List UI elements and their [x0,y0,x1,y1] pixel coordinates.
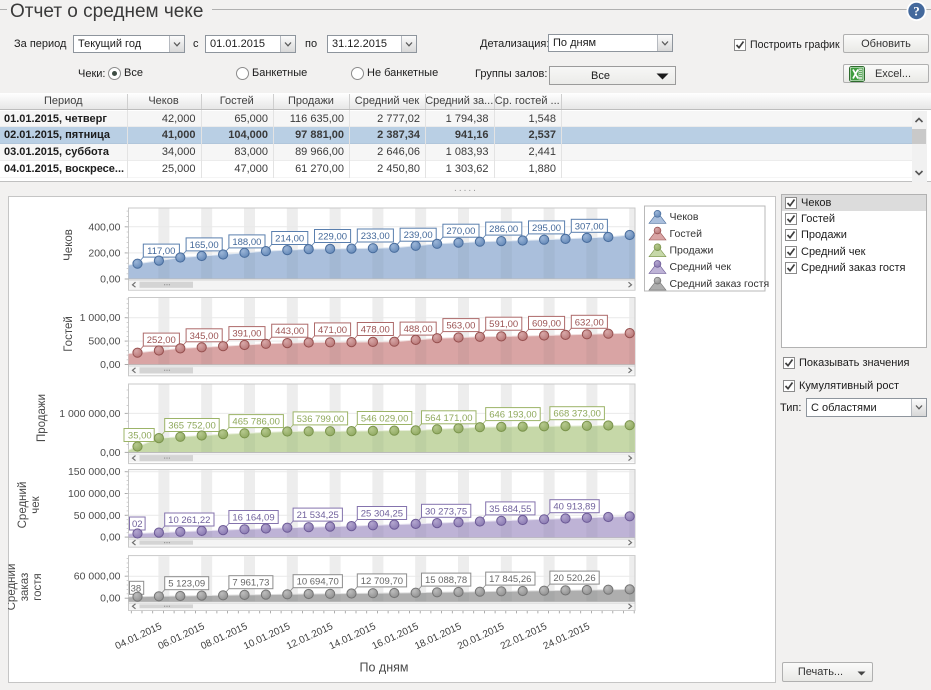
svg-text:365 752,00: 365 752,00 [168,421,216,432]
svg-text:02: 02 [132,519,143,530]
svg-text:465 786,00: 465 786,00 [232,417,280,428]
svg-text:16 164,09: 16 164,09 [232,513,274,524]
svg-text:400,00: 400,00 [88,221,120,233]
svg-text:10 261,22: 10 261,22 [168,515,210,526]
svg-text:гостя: гостя [32,573,44,601]
svg-text:500,00: 500,00 [88,336,120,348]
svg-text:10 694,70: 10 694,70 [297,577,339,588]
svg-text:239,00: 239,00 [404,230,433,241]
svg-text:117,00: 117,00 [147,246,175,257]
svg-text:564 171,00: 564 171,00 [425,413,473,424]
svg-text:7 961,73: 7 961,73 [232,578,269,589]
svg-text:0,00: 0,00 [100,359,121,371]
svg-text:0,00: 0,00 [100,532,121,544]
svg-text:60 000,00: 60 000,00 [74,571,121,583]
svg-text:345,00: 345,00 [190,331,219,342]
svg-text:488,00: 488,00 [404,324,433,335]
svg-text:5 123,09: 5 123,09 [168,579,205,590]
svg-text:25 304,25: 25 304,25 [361,509,403,520]
svg-text:295,00: 295,00 [532,223,561,234]
svg-text:188,00: 188,00 [232,237,261,248]
svg-text:15 088,78: 15 088,78 [425,575,467,586]
svg-text:заказ: заказ [19,573,31,602]
svg-text:1 000 000,00: 1 000 000,00 [59,408,120,420]
svg-text:252,00: 252,00 [147,335,176,346]
svg-text:12.01.2015: 12.01.2015 [285,621,335,652]
svg-text:270,00: 270,00 [446,226,475,237]
svg-text:150 000,00: 150 000,00 [68,466,121,478]
svg-text:563,00: 563,00 [446,321,475,332]
svg-text:478,00: 478,00 [361,325,390,336]
svg-text:Средний заказ гостя: Средний заказ гостя [670,278,770,290]
svg-text:Гостей: Гостей [670,228,703,240]
svg-text:Продажи: Продажи [36,394,48,442]
svg-text:16.01.2015: 16.01.2015 [370,621,420,652]
svg-text:Средний: Средний [17,482,29,529]
svg-text:668 373,00: 668 373,00 [553,409,601,420]
svg-text:391,00: 391,00 [232,329,261,340]
svg-text:Средний: Средний [8,564,18,611]
svg-text:Продажи: Продажи [670,245,714,257]
svg-text:591,00: 591,00 [489,319,518,330]
svg-text:Чеков: Чеков [63,229,75,261]
svg-text:0,00: 0,00 [100,447,121,459]
svg-text:0,00: 0,00 [100,274,121,286]
svg-text:0,00: 0,00 [100,593,121,605]
svg-text:18.01.2015: 18.01.2015 [413,621,463,652]
svg-text:чек: чек [30,495,42,513]
svg-text:443,00: 443,00 [275,326,304,337]
svg-text:50 000,00: 50 000,00 [74,510,121,522]
svg-text:471,00: 471,00 [318,325,347,336]
svg-text:24.01.2015: 24.01.2015 [542,621,592,652]
svg-text:1 000,00: 1 000,00 [80,312,121,324]
svg-text:08.01.2015: 08.01.2015 [199,621,249,652]
svg-text:Гостей: Гостей [63,316,75,352]
svg-text:04.01.2015: 04.01.2015 [114,621,164,652]
svg-text:546 029,00: 546 029,00 [361,414,409,425]
svg-text:307,00: 307,00 [575,221,604,232]
svg-text:40 913,89: 40 913,89 [553,502,595,513]
svg-text:17 845,26: 17 845,26 [489,574,531,585]
svg-text:По дням: По дням [360,661,409,675]
svg-text:14.01.2015: 14.01.2015 [328,621,378,652]
svg-text:06.01.2015: 06.01.2015 [156,621,206,652]
svg-text:646 193,00: 646 193,00 [489,410,537,421]
svg-text:35 684,55: 35 684,55 [489,504,531,515]
svg-text:21 534,25: 21 534,25 [297,510,339,521]
svg-text:12 709,70: 12 709,70 [361,576,403,587]
svg-text:30 273,75: 30 273,75 [425,506,467,517]
svg-text:609,00: 609,00 [532,318,561,329]
svg-text:100 000,00: 100 000,00 [68,488,121,500]
svg-text:233,00: 233,00 [361,231,390,242]
svg-text:536 799,00: 536 799,00 [297,414,345,425]
svg-text:Средний чек: Средний чек [670,261,732,273]
svg-text:20 520,26: 20 520,26 [553,573,595,584]
svg-text:?: ? [913,4,920,19]
svg-text:10.01.2015: 10.01.2015 [242,621,292,652]
svg-text:22.01.2015: 22.01.2015 [499,621,549,652]
svg-text:229,00: 229,00 [318,232,347,243]
svg-text:20.01.2015: 20.01.2015 [456,621,506,652]
svg-text:Чеков: Чеков [670,211,699,223]
svg-text:165,00: 165,00 [190,240,219,251]
svg-text:286,00: 286,00 [489,224,518,235]
svg-text:35,00: 35,00 [128,431,152,442]
svg-text:632,00: 632,00 [575,317,604,328]
svg-text:200,00: 200,00 [88,247,120,259]
svg-text:214,00: 214,00 [275,234,304,245]
